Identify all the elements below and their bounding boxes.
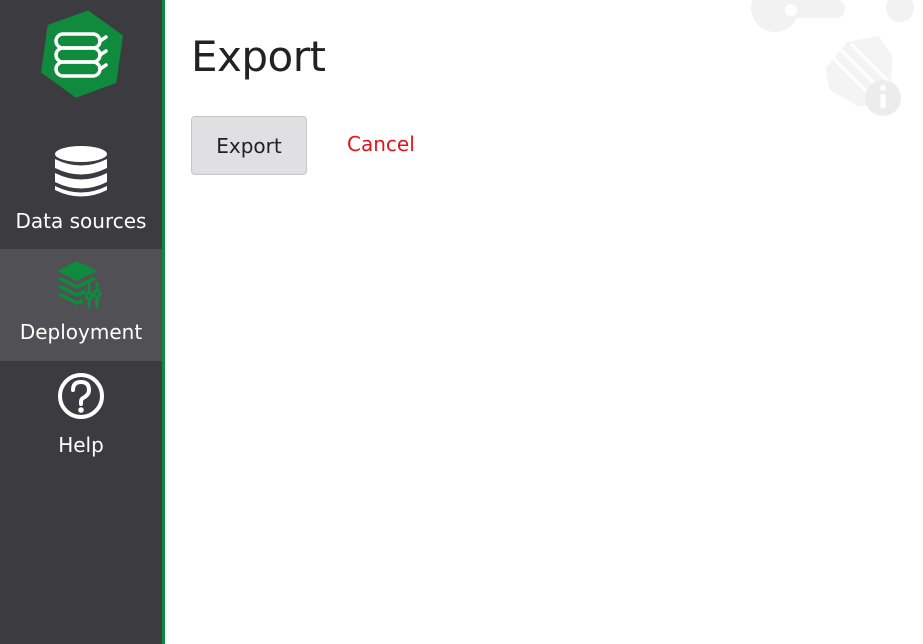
cancel-link[interactable]: Cancel <box>347 132 415 156</box>
app-window: Data sources Deployment Help Export Expo… <box>0 0 923 644</box>
database-icon <box>53 146 109 202</box>
app-logo-icon <box>36 8 128 100</box>
sidebar: Data sources Deployment Help <box>0 0 162 644</box>
sidebar-item-help[interactable]: Help <box>0 361 162 473</box>
sidebar-item-label: Help <box>58 433 104 457</box>
sidebar-item-label: Data sources <box>15 209 147 233</box>
background-decoration-icon <box>751 0 914 116</box>
export-button[interactable]: Export <box>191 116 307 175</box>
deployment-layers-icon <box>53 259 109 317</box>
sidebar-item-deployment[interactable]: Deployment <box>0 249 162 361</box>
sidebar-item-label: Deployment <box>19 320 143 344</box>
question-circle-icon <box>56 371 106 425</box>
page-title: Export <box>191 32 326 81</box>
sidebar-item-data-sources[interactable]: Data sources <box>0 136 162 248</box>
sidebar-accent-border <box>162 0 165 644</box>
